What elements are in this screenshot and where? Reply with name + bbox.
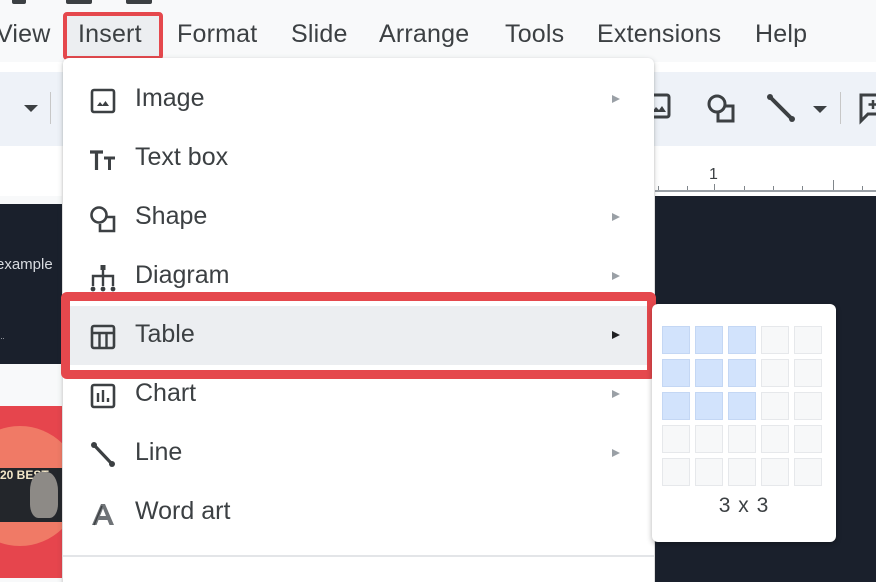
insert-menu-item-label: Diagram: [135, 261, 230, 289]
submenu-arrow-icon: [612, 331, 620, 339]
insert-menu-item-shape[interactable]: Shape: [63, 188, 654, 247]
submenu-arrow-icon: [612, 449, 620, 457]
table-size-cell[interactable]: [794, 425, 822, 453]
insert-menu-item-label: Shape: [135, 202, 208, 230]
diagram-icon: [90, 265, 116, 292]
slide-thumbnail-2[interactable]: 20 BEST: [0, 406, 62, 578]
insert-menu-item-word-art[interactable]: Word art: [63, 483, 654, 542]
ruler-baseline: [655, 190, 876, 192]
table-icon: [90, 324, 116, 350]
google-slides-window: View Insert Format Slide Arrange Tools E…: [0, 0, 876, 582]
cloud-status-icon[interactable]: [126, 0, 152, 4]
table-size-cell[interactable]: [662, 425, 690, 453]
table-size-cell[interactable]: [794, 326, 822, 354]
table-size-cell[interactable]: [728, 458, 756, 486]
insert-menu-dropdown: Image Text box Shape Diagram Table Chart…: [63, 58, 654, 582]
table-size-cell[interactable]: [794, 392, 822, 420]
insert-menu-item-label: Text box: [135, 143, 229, 171]
menubar: View Insert Format Slide Arrange Tools E…: [0, 12, 876, 62]
table-size-cell[interactable]: [761, 425, 789, 453]
insert-menu-item-table[interactable]: Table: [63, 306, 654, 365]
toolbar-line-icon[interactable]: [765, 92, 799, 126]
menu-arrange[interactable]: Arrange: [379, 20, 469, 49]
table-size-cell[interactable]: [662, 392, 690, 420]
table-size-cell[interactable]: [695, 425, 723, 453]
table-size-cell[interactable]: [695, 458, 723, 486]
table-size-cell[interactable]: [728, 392, 756, 420]
table-size-cell[interactable]: [695, 359, 723, 387]
insert-menu-item-chart[interactable]: Chart: [63, 365, 654, 424]
menu-format[interactable]: Format: [177, 20, 257, 49]
star-icon[interactable]: [12, 0, 26, 4]
ruler-number: 1: [709, 166, 718, 183]
line-icon: [91, 442, 115, 467]
table-size-cell[interactable]: [728, 326, 756, 354]
insert-menu-item-text-box[interactable]: Text box: [63, 129, 654, 188]
slide-thumbnail-1-subtext: ...: [0, 332, 5, 341]
text-box-icon: [90, 150, 115, 170]
slide-thumbnail-1-text: example: [0, 256, 53, 273]
submenu-arrow-icon: [612, 95, 620, 103]
toolbar-line-caret-icon[interactable]: [813, 106, 827, 113]
table-size-cell[interactable]: [728, 425, 756, 453]
toolbar-comment-icon[interactable]: [858, 92, 876, 126]
thumbnail-portrait: [30, 472, 58, 518]
table-size-cell[interactable]: [662, 458, 690, 486]
insert-menu-item-label: Chart: [135, 379, 197, 407]
menu-slide[interactable]: Slide: [291, 20, 348, 49]
insert-menu-item-image[interactable]: Image: [63, 70, 654, 129]
table-size-cell[interactable]: [761, 326, 789, 354]
menu-divider: [63, 555, 654, 557]
toolbar-dropdown-caret-icon[interactable]: [24, 105, 38, 112]
slide-filmstrip: example ... 20 BEST: [0, 196, 62, 582]
menu-help[interactable]: Help: [755, 20, 807, 49]
table-size-cell[interactable]: [695, 326, 723, 354]
menu-extensions[interactable]: Extensions: [597, 20, 721, 49]
toolbar-separator: [50, 92, 51, 124]
insert-menu-item-label: Table: [135, 320, 195, 348]
table-size-cell[interactable]: [794, 458, 822, 486]
table-size-cell[interactable]: [695, 392, 723, 420]
table-size-label: 3 x 3: [718, 494, 770, 517]
menu-insert[interactable]: Insert: [78, 20, 142, 49]
table-size-cell[interactable]: [761, 359, 789, 387]
table-size-cell[interactable]: [761, 392, 789, 420]
slide-thumbnail-1[interactable]: example ...: [0, 204, 62, 364]
toolbar-separator: [840, 92, 841, 124]
shape-icon: [90, 206, 116, 233]
table-size-picker: 3 x 3: [652, 304, 836, 542]
table-size-cell[interactable]: [662, 359, 690, 387]
insert-menu-item-label: Line: [135, 438, 183, 466]
chart-icon: [90, 383, 116, 409]
word-art-icon: [92, 504, 114, 526]
table-size-cell[interactable]: [794, 359, 822, 387]
table-size-cell[interactable]: [662, 326, 690, 354]
top-icon-strip: [0, 0, 876, 12]
toolbar-shape-icon[interactable]: [705, 92, 739, 126]
move-icon[interactable]: [66, 0, 92, 4]
submenu-arrow-icon: [612, 272, 620, 280]
image-icon: [90, 88, 116, 114]
menu-tools[interactable]: Tools: [505, 20, 564, 49]
submenu-arrow-icon: [612, 213, 620, 221]
table-size-cell[interactable]: [728, 359, 756, 387]
insert-menu-item-label: Word art: [135, 497, 231, 525]
menu-view[interactable]: View: [0, 20, 51, 49]
insert-menu-item-label: Image: [135, 84, 205, 112]
insert-menu-item-line[interactable]: Line: [63, 424, 654, 483]
submenu-arrow-icon: [612, 390, 620, 398]
insert-menu-item-diagram[interactable]: Diagram: [63, 247, 654, 306]
table-size-cell[interactable]: [761, 458, 789, 486]
